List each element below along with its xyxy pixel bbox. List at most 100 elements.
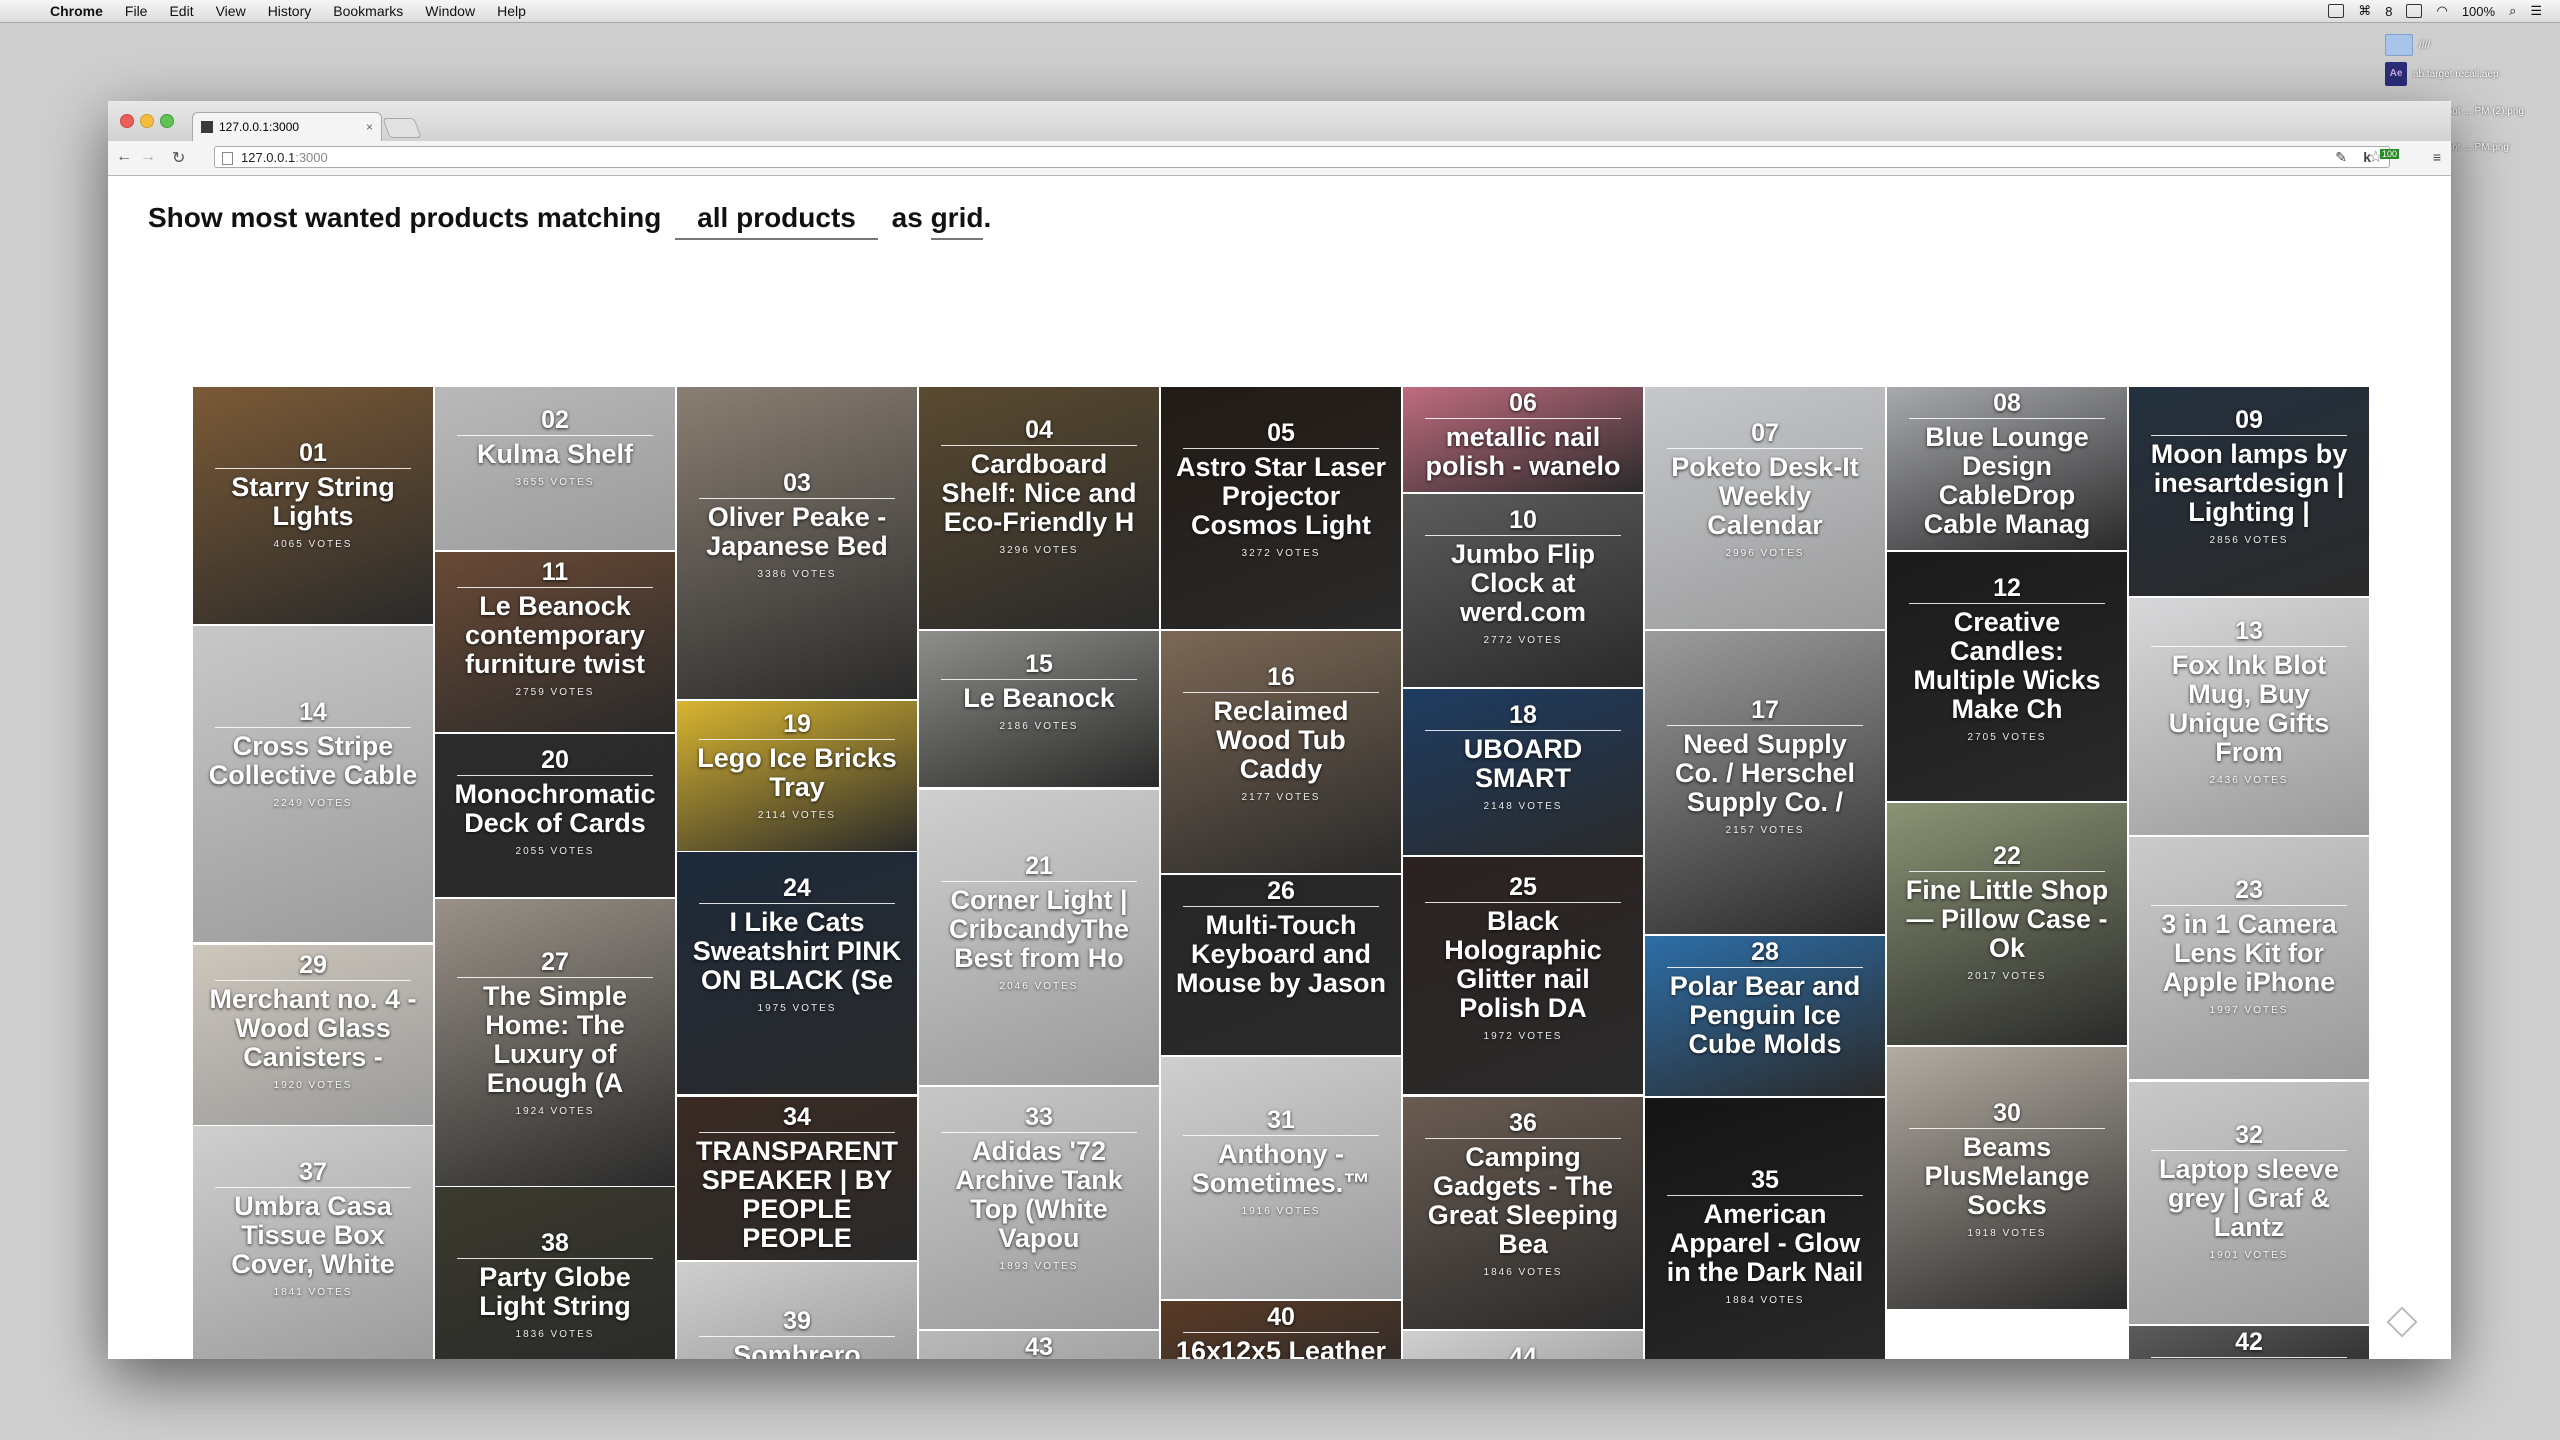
product-rank: 42	[2235, 1328, 2263, 1356]
product-tile[interactable]: 21 Corner Light | CribcandyThe Best from …	[918, 789, 1160, 1086]
tab-close-icon[interactable]: ×	[366, 120, 373, 134]
product-tile[interactable]: 40 16x12x5 Leather	[1160, 1300, 1402, 1359]
product-votes: 2017 VOTES	[1967, 971, 2047, 982]
menu-help[interactable]: Help	[497, 3, 526, 19]
product-tile[interactable]: 42	[2128, 1325, 2370, 1359]
battery-percent[interactable]: 100%	[2462, 4, 2495, 19]
product-tile[interactable]: 02 Kulma Shelf 3655 VOTES	[434, 386, 676, 551]
product-tile[interactable]: 39 Sombrero	[676, 1261, 918, 1359]
menu-edit[interactable]: Edit	[169, 3, 193, 19]
product-filter-select[interactable]: all products	[675, 202, 878, 240]
wifi-icon[interactable]: ◠	[2436, 3, 2447, 19]
product-tile[interactable]: 36 Camping Gadgets - The Great Sleeping B…	[1402, 1096, 1644, 1330]
product-title: Reclaimed Wood Tub Caddy	[1213, 696, 1349, 784]
diamond-icon[interactable]	[2386, 1306, 2418, 1338]
product-tile[interactable]: 18 UBOARD SMART 2148 VOTES	[1402, 688, 1644, 856]
product-caption: 24 I Like Cats Sweatshirt PINK ON BLACK (…	[677, 875, 917, 1014]
desktop-aep-file[interactable]: Ae ab target recall.aep	[2385, 62, 2499, 86]
zoom-window-icon[interactable]	[160, 114, 174, 128]
product-tile[interactable]: 20 Monochromatic Deck of Cards 2055 VOTES	[434, 733, 676, 898]
search-icon[interactable]: ⌕	[2509, 3, 2516, 19]
desktop-folder[interactable]: ////	[2385, 34, 2430, 56]
product-rank: 14	[299, 698, 327, 726]
product-tile[interactable]: 07 Poketo Desk-It Weekly Calendar 2996 VOT…	[1644, 386, 1886, 630]
product-rank: 09	[2235, 406, 2263, 434]
chrome-menu-icon[interactable]: ≡	[2433, 149, 2441, 165]
product-votes: 1916 VOTES	[1241, 1206, 1321, 1217]
product-tile[interactable]: 34 TRANSPARENT SPEAKER | BY PEOPLE PEOPLE	[676, 1096, 918, 1261]
menu-app-name[interactable]: Chrome	[50, 3, 103, 19]
product-rank: 03	[783, 469, 811, 497]
product-tile[interactable]: 12 Creative Candles: Multiple Wicks Make …	[1886, 551, 2128, 802]
product-tile[interactable]: 38 Party Globe Light String 1836 VOTES	[434, 1186, 676, 1359]
product-votes: 4065 VOTES	[273, 539, 353, 550]
notifications-count[interactable]: 8	[2385, 4, 2392, 19]
product-tile[interactable]: 29 Merchant no. 4 - Wood Glass Canisters …	[192, 944, 434, 1126]
screen-icon[interactable]	[2328, 4, 2345, 18]
back-icon[interactable]: ←	[116, 148, 132, 166]
product-tile[interactable]: 06 metallic nail polish - wanelo	[1402, 386, 1644, 493]
product-tile[interactable]: 14 Cross Stripe Collective Cable 2249 VOTE…	[192, 625, 434, 943]
product-tile[interactable]: 10 Jumbo Flip Clock at werd.com 2772 VOTES	[1402, 493, 1644, 688]
product-tile[interactable]: 26 Multi-Touch Keyboard and Mouse by Jaso…	[1160, 874, 1402, 1056]
apple-icon[interactable]	[18, 2, 36, 20]
product-tile[interactable]: 08 Blue Lounge Design CableDrop Cable Man…	[1886, 386, 2128, 551]
product-title: Lego Ice Bricks Tray	[697, 743, 897, 802]
product-tile[interactable]: 25 Black Holographic Glitter nail Polish …	[1402, 856, 1644, 1095]
product-tile[interactable]: 27 The Simple Home: The Luxury of Enough …	[434, 898, 676, 1187]
product-caption: 37 Umbra Casa Tissue Box Cover, White 1841…	[193, 1159, 433, 1298]
display-icon[interactable]	[2406, 4, 2423, 18]
caption-divider	[1425, 902, 1621, 903]
wrench-icon[interactable]: ✎	[2335, 149, 2347, 166]
forward-icon[interactable]: →	[140, 148, 156, 166]
new-tab-button[interactable]	[382, 118, 422, 138]
product-tile[interactable]: 11 Le Beanock contemporary furniture twis…	[434, 551, 676, 733]
address-bar[interactable]: 127.0.0.1:3000 ☆	[214, 146, 2390, 168]
status-area: ⌘ 8 ◠ 100% ⌕ ☰	[2328, 0, 2542, 22]
product-tile[interactable]: 35 American Apparel - Glow in the Dark Na…	[1644, 1097, 1886, 1359]
extension-k-icon[interactable]: k	[2363, 149, 2371, 165]
product-tile[interactable]: 22 Fine Little Shop — Pillow Case - Ok 201…	[1886, 802, 2128, 1046]
product-tile[interactable]: 43	[918, 1330, 1160, 1359]
menu-file[interactable]: File	[125, 3, 148, 19]
product-tile[interactable]: 09 Moon lamps by inesartdesign | Lighting…	[2128, 386, 2370, 597]
product-tile[interactable]: 15 Le Beanock 2186 VOTES	[918, 630, 1160, 788]
product-tile[interactable]: 24 I Like Cats Sweatshirt PINK ON BLACK (…	[676, 851, 918, 1095]
menu-view[interactable]: View	[216, 3, 246, 19]
product-tile[interactable]: 31 Anthony - Sometimes.™ 1916 VOTES	[1160, 1056, 1402, 1300]
product-tile[interactable]: 32 Laptop sleeve grey | Graf & Lantz 1901 …	[2128, 1081, 2370, 1325]
caption-divider	[941, 1132, 1137, 1133]
product-tile[interactable]: 19 Lego Ice Bricks Tray 2114 VOTES	[676, 700, 918, 852]
menu-bookmarks[interactable]: Bookmarks	[333, 3, 403, 19]
menu-window[interactable]: Window	[425, 3, 475, 19]
menu-history[interactable]: History	[268, 3, 312, 19]
product-tile[interactable]: 16 Reclaimed Wood Tub Caddy 2177 VOTES	[1160, 630, 1402, 874]
product-caption: 06 metallic nail polish - wanelo	[1403, 390, 1643, 489]
product-caption: 16 Reclaimed Wood Tub Caddy 2177 VOTES	[1161, 664, 1401, 803]
adobe-icon[interactable]: ⌘	[2358, 3, 2371, 19]
product-rank: 28	[1751, 938, 1779, 966]
product-tile[interactable]: 03 Oliver Peake - Japanese Bed 3386 VOTES	[676, 386, 918, 700]
extension-badge[interactable]: 100	[2379, 149, 2399, 159]
product-tile[interactable]: 23 3 in 1 Camera Lens Kit for Apple iPhon…	[2128, 836, 2370, 1080]
product-tile[interactable]: 01 Starry String Lights 4065 VOTES	[192, 386, 434, 625]
desktop-screenshot-1[interactable]: Shot ... PM (2).png	[2440, 106, 2524, 117]
list-icon[interactable]: ☰	[2530, 3, 2542, 19]
product-tile[interactable]: 33 Adidas '72 Archive Tank Top (White Vap…	[918, 1086, 1160, 1330]
product-tile[interactable]: 05 Astro Star Laser Projector Cosmos Ligh…	[1160, 386, 1402, 630]
product-tile[interactable]: 30 Beams PlusMelange Socks 1918 VOTES	[1886, 1046, 2128, 1310]
product-tile[interactable]: 17 Need Supply Co. / Herschel Supply Co. …	[1644, 630, 1886, 935]
product-tile[interactable]: 44	[1402, 1330, 1644, 1359]
product-title: Adidas '72 Archive Tank Top (White Vapou	[955, 1136, 1123, 1253]
close-window-icon[interactable]	[120, 114, 134, 128]
view-mode-select[interactable]: grid	[930, 202, 984, 240]
minimize-window-icon[interactable]	[140, 114, 154, 128]
product-tile[interactable]: 04 Cardboard Shelf: Nice and Eco-Friendly…	[918, 386, 1160, 630]
product-tile[interactable]: 28 Polar Bear and Penguin Ice Cube Molds	[1644, 935, 1886, 1097]
product-tile[interactable]: 37 Umbra Casa Tissue Box Cover, White 1841…	[192, 1125, 434, 1359]
tab-localhost[interactable]: 127.0.0.1:3000 ×	[192, 112, 382, 141]
product-tile[interactable]: 13 Fox Ink Blot Mug, Buy Unique Gifts Fro…	[2128, 597, 2370, 836]
product-rank: 19	[783, 710, 811, 738]
reload-icon[interactable]: ↻	[172, 148, 185, 168]
caption-divider	[215, 980, 411, 981]
